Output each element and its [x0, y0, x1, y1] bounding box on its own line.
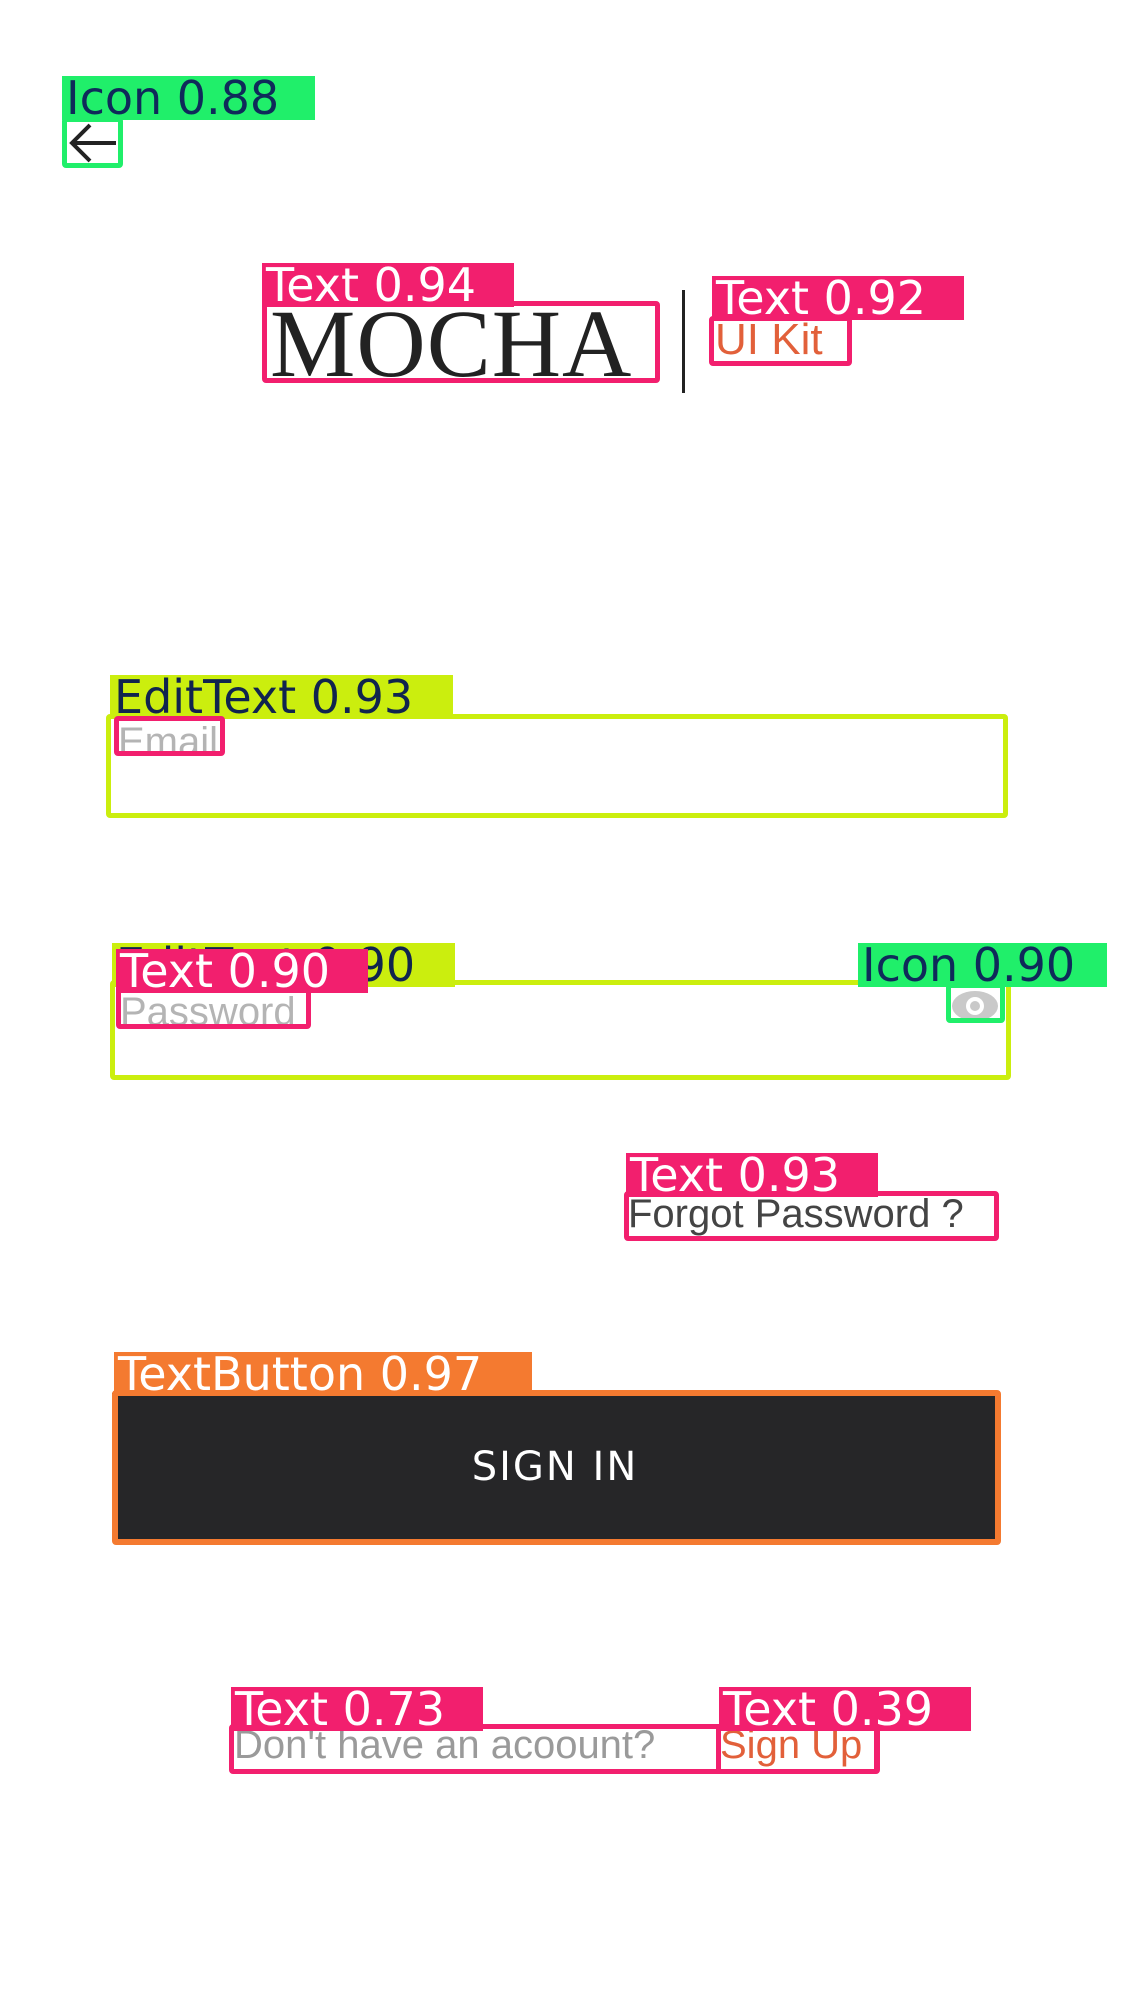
detection-box-signin-button	[112, 1390, 1001, 1545]
detection-box-email-text	[114, 716, 225, 756]
detection-label-email-field: EditText 0.93	[110, 675, 453, 719]
detection-label-logo-text: Text 0.94	[262, 263, 514, 307]
detection-box-logo-sub	[709, 316, 852, 366]
detection-label-prompt-text: Text 0.73	[231, 1687, 483, 1731]
detection-label-signup-text: Text 0.39	[719, 1687, 971, 1731]
detection-label-eye-icon: Icon 0.90	[858, 943, 1107, 987]
detection-label-password-text: Text 0.90	[116, 949, 368, 993]
detection-label-back-icon: Icon 0.88	[62, 76, 315, 120]
detection-box-email-field	[106, 714, 1008, 818]
detection-label-logo-sub: Text 0.92	[712, 276, 964, 320]
detection-box-back-icon	[62, 117, 123, 168]
detection-box-forgot-text	[624, 1191, 999, 1241]
detection-box-eye-icon	[946, 983, 1005, 1023]
detection-box-signup-text	[716, 1724, 880, 1774]
detection-label-forgot-text: Text 0.93	[626, 1153, 878, 1197]
detection-box-logo-text	[262, 301, 660, 383]
detection-label-signin-button: TextButton 0.97	[114, 1352, 532, 1396]
detection-box-password-text	[116, 987, 311, 1029]
logo-divider	[682, 290, 685, 393]
